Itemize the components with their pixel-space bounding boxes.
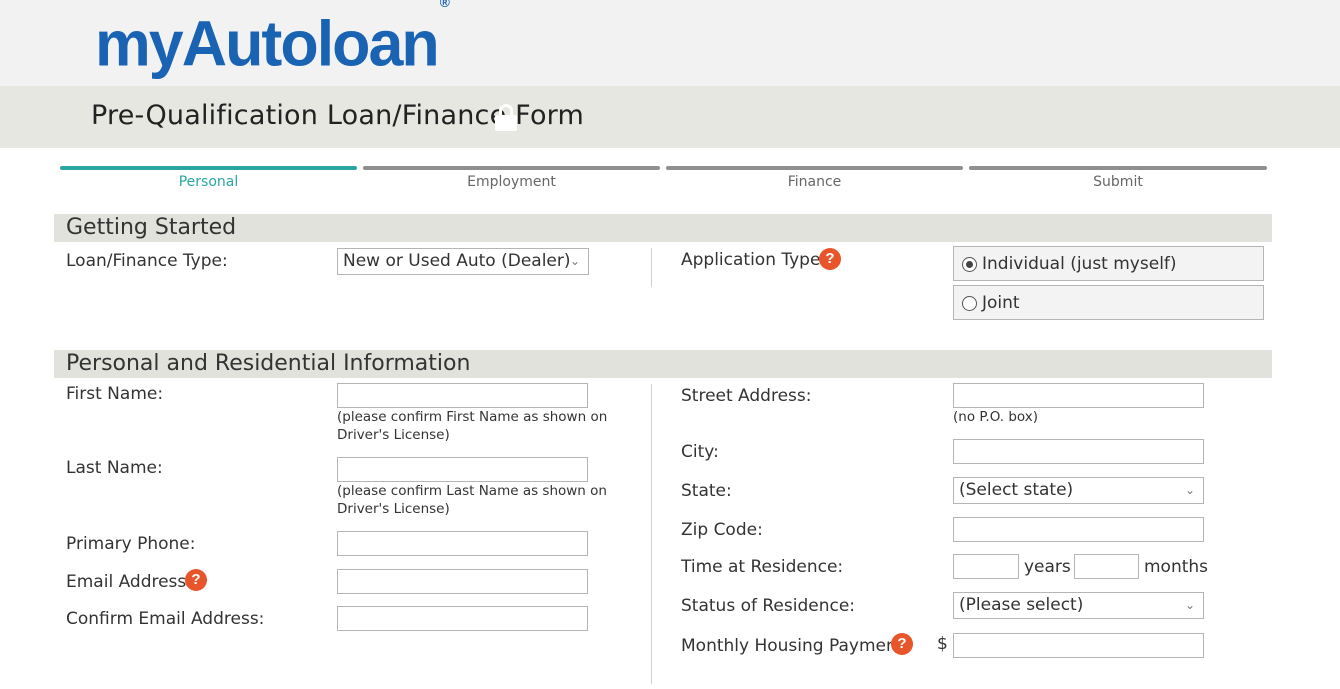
currency-symbol: $: [937, 634, 948, 654]
help-icon[interactable]: ?: [819, 248, 841, 270]
step-personal: Personal: [60, 166, 357, 196]
brand-name: myAutoloan: [95, 7, 440, 80]
radio-button[interactable]: [962, 296, 977, 311]
zip-input[interactable]: [953, 517, 1204, 542]
payment-label: Monthly Housing Payment:: [681, 636, 910, 656]
lock-icon: [495, 104, 517, 132]
radio-label: Joint: [982, 293, 1020, 313]
last-name-note: (please confirm Last Name as shown on Dr…: [337, 483, 607, 517]
chevron-down-icon: ⌄: [1184, 598, 1195, 612]
step-label: Personal: [178, 174, 239, 190]
street-label: Street Address:: [681, 386, 812, 406]
time-at-residence-label: Time at Residence:: [681, 557, 844, 577]
months-input[interactable]: [1074, 554, 1139, 579]
application-type-label: Application Type:: [681, 250, 827, 270]
step-finance: Finance: [666, 166, 963, 196]
confirm-email-input[interactable]: [337, 606, 588, 631]
email-input[interactable]: [337, 569, 588, 594]
city-label: City:: [681, 442, 719, 462]
section-heading: Personal and Residential Information: [66, 351, 471, 376]
state-select[interactable]: (Select state) ⌄: [953, 477, 1204, 504]
step-submit: Submit: [969, 166, 1267, 196]
first-name-input[interactable]: [337, 383, 588, 408]
years-label: years: [1024, 557, 1071, 577]
radio-individual[interactable]: Individual (just myself): [953, 246, 1264, 281]
section-heading: Getting Started: [66, 215, 237, 240]
phone-label: Primary Phone:: [66, 534, 196, 554]
registered-mark: ®: [439, 0, 450, 10]
status-label: Status of Residence:: [681, 596, 856, 616]
step-employment: Employment: [363, 166, 660, 196]
progress-steps: Personal Employment Finance Submit: [60, 166, 1267, 196]
chevron-down-icon: ⌄: [1184, 483, 1195, 497]
state-value: (Select state): [959, 480, 1074, 500]
radio-joint[interactable]: Joint: [953, 285, 1264, 320]
months-label: months: [1144, 557, 1209, 577]
years-input[interactable]: [953, 554, 1019, 579]
section-getting-started: Getting Started: [54, 214, 1272, 242]
street-note: (no P.O. box): [953, 409, 1039, 425]
site-header: myAutoloan®: [0, 0, 1340, 86]
loan-type-select[interactable]: New or Used Auto (Dealer) ⌄: [337, 248, 589, 275]
column-divider: [651, 248, 652, 287]
column-divider: [651, 384, 652, 684]
radio-label: Individual (just myself): [982, 254, 1177, 274]
step-label: Employment: [467, 174, 556, 190]
phone-input[interactable]: [337, 531, 588, 556]
help-icon[interactable]: ?: [185, 569, 207, 591]
radio-button[interactable]: [962, 257, 977, 272]
help-icon[interactable]: ?: [891, 633, 913, 655]
email-label: Email Address:: [66, 572, 192, 592]
step-label: Finance: [787, 174, 842, 190]
loan-type-label: Loan/Finance Type:: [66, 251, 228, 271]
title-bar: Pre-Qualification Loan/Finance Form: [0, 86, 1340, 148]
zip-label: Zip Code:: [681, 520, 763, 540]
loan-type-value: New or Used Auto (Dealer): [343, 251, 571, 271]
last-name-label: Last Name:: [66, 458, 163, 478]
first-name-label: First Name:: [66, 384, 164, 404]
confirm-email-label: Confirm Email Address:: [66, 609, 265, 629]
step-label: Submit: [1093, 174, 1143, 190]
payment-input[interactable]: [953, 633, 1204, 658]
last-name-input[interactable]: [337, 457, 588, 482]
state-label: State:: [681, 481, 732, 501]
first-name-note: (please confirm First Name as shown on D…: [337, 409, 608, 443]
section-personal: Personal and Residential Information: [54, 350, 1272, 378]
brand-logo[interactable]: myAutoloan®: [95, 0, 450, 80]
status-select[interactable]: (Please select) ⌄: [953, 592, 1204, 619]
city-input[interactable]: [953, 439, 1204, 464]
status-value: (Please select): [959, 595, 1084, 615]
chevron-down-icon: ⌄: [569, 254, 580, 268]
street-input[interactable]: [953, 383, 1204, 408]
